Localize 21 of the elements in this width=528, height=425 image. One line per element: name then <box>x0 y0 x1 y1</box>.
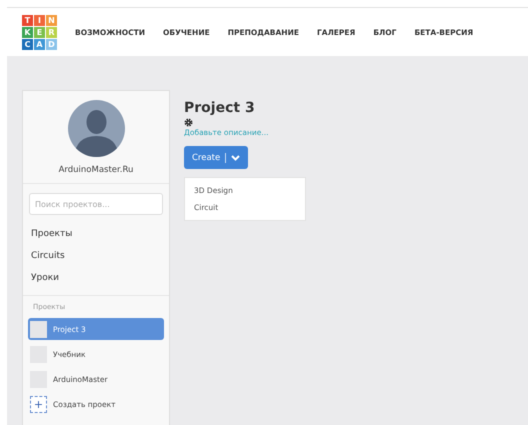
logo-tile: T <box>22 14 33 26</box>
chevron-icon <box>231 154 240 160</box>
sidebar-link[interactable]: Проекты <box>23 223 169 245</box>
logo-tile: I <box>34 14 45 26</box>
logo-tile: D <box>46 38 57 50</box>
project-thumbnail <box>30 320 47 338</box>
project-title: Project 3 <box>184 100 255 116</box>
logo-tile: R <box>46 26 57 38</box>
add-button[interactable]: + <box>30 396 47 412</box>
gear-icon[interactable] <box>184 118 193 127</box>
logo-tile: E <box>34 26 45 38</box>
logo-tile: C <box>22 38 33 50</box>
logo-tile: N <box>46 14 57 26</box>
logo-tile: A <box>34 38 45 50</box>
user-name: ArduinoMaster.Ru <box>58 165 134 175</box>
tinkercad-logo[interactable]: T I N K E R C A D <box>22 14 57 50</box>
create-button[interactable]: Create <box>184 146 248 169</box>
sidebar-link[interactable]: Circuits <box>23 245 169 267</box>
sidebar-link[interactable]: Уроки <box>23 267 169 289</box>
search-field[interactable]: Поиск проектов... <box>29 193 163 215</box>
logo-tile: K <box>22 26 33 38</box>
